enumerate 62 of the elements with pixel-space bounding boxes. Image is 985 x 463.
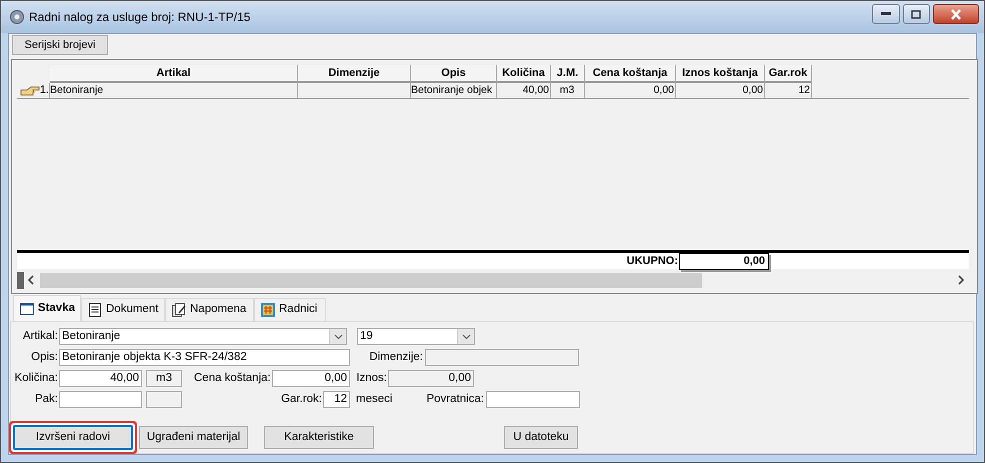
tab[interactable]: Napomena	[165, 298, 254, 321]
table-cell: Betoniranje	[50, 83, 298, 98]
input-field[interactable]: 40,00	[59, 370, 142, 387]
table-cell: 12	[765, 83, 812, 98]
table-cell: Betoniranje objek	[411, 83, 497, 98]
document-icon	[87, 302, 103, 318]
grid-icon	[260, 302, 276, 318]
input-field[interactable]: Betoniranje objekta K-3 SFR-24/382	[59, 349, 350, 366]
row-number: 1.	[40, 83, 49, 98]
column-header: Dimenzije	[298, 65, 411, 83]
window-icon	[19, 300, 35, 316]
field-label: Pak:	[34, 392, 58, 407]
total-label: UKUPNO:	[626, 254, 678, 269]
column-header: Gar.rok	[765, 65, 812, 83]
maximize-icon	[911, 10, 922, 18]
notes-icon	[171, 302, 187, 318]
scrollbar-marker	[17, 272, 24, 288]
close-icon	[950, 8, 962, 20]
column-header: J.M.	[551, 65, 585, 83]
field-label: Povratnica:	[425, 392, 484, 407]
chevron-down-icon	[334, 334, 342, 340]
field-label: Gar.rok:	[280, 392, 322, 407]
readonly-field: 0,00	[388, 370, 474, 387]
action-button[interactable]: Karakteristike	[264, 426, 374, 449]
unit-field	[146, 391, 182, 408]
column-header: Artikal	[50, 65, 298, 83]
window-title: Radni nalog za usluge broj: RNU-1-TP/15	[29, 9, 250, 26]
minimize-icon	[881, 12, 891, 16]
table-cell: 0,00	[585, 83, 676, 98]
toolbar-button[interactable]: Serijski brojevi	[12, 35, 108, 55]
table-cell: 0,00	[676, 83, 765, 98]
table-cell: m3	[551, 83, 585, 98]
field-label: Količina:	[14, 370, 58, 386]
total-value: 0,00	[679, 252, 769, 270]
close-button[interactable]	[932, 4, 978, 24]
input-field[interactable]	[486, 391, 580, 408]
maximize-button[interactable]	[902, 4, 930, 24]
field-label: Artikal:	[22, 328, 58, 344]
tab[interactable]: Radnici	[254, 298, 326, 321]
tab[interactable]: Dokument	[81, 298, 165, 321]
field-label: Opis:	[30, 350, 58, 365]
action-button[interactable]: U datoteku	[504, 426, 578, 449]
column-header: Količina	[497, 65, 551, 83]
unit-field: m3	[146, 370, 182, 387]
column-header: Opis	[411, 65, 497, 83]
table-cell: 40,00	[497, 83, 551, 98]
field-label: Cena koštanja:	[194, 370, 270, 386]
tab[interactable]: Stavka	[13, 295, 81, 321]
input-field[interactable]	[59, 391, 142, 408]
field-label: Iznos:	[355, 370, 387, 386]
field-label: Dimenzije:	[368, 350, 423, 365]
column-header: Iznos koštanja	[676, 65, 765, 83]
unit-label: meseci	[355, 392, 394, 407]
input-field[interactable]: 0,00	[272, 370, 350, 387]
input-field[interactable]: 12	[323, 391, 350, 408]
dropdown-field[interactable]: Betoniranje	[59, 328, 347, 345]
action-button[interactable]: Ugrađeni materijal	[139, 426, 248, 449]
scrollbar-thumb[interactable]	[40, 272, 702, 288]
minimize-button[interactable]	[872, 4, 900, 24]
chevron-down-icon	[462, 334, 470, 340]
dropdown-field[interactable]: 19	[357, 328, 475, 345]
column-header: Cena koštanja	[585, 65, 676, 83]
